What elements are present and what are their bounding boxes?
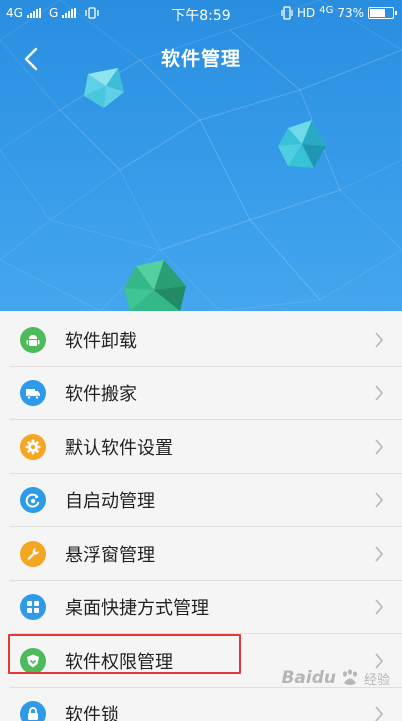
vibrate-mode-icon — [281, 6, 293, 20]
menu-item-desktop-shortcuts[interactable]: 桌面快捷方式管理 — [0, 581, 402, 634]
lock-icon — [20, 701, 46, 721]
watermark-text: Baidu — [281, 668, 336, 688]
menu-item-default-apps[interactable]: 默认软件设置 — [0, 420, 402, 474]
menu-item-label: 软件权限管理 — [65, 651, 173, 673]
chevron-right-icon — [375, 332, 384, 348]
chevron-right-icon — [375, 599, 384, 615]
battery-percent: 73% — [337, 6, 364, 20]
menu-item-label: 桌面快捷方式管理 — [65, 598, 209, 620]
wrench-icon — [20, 540, 46, 567]
grid-icon — [20, 594, 46, 621]
settings-list: 软件卸载 软件搬家 默认软件设置 自启动管理 悬浮窗管理 桌面快捷方式管理 软件… — [0, 311, 402, 721]
network-type-3: 4G — [319, 4, 334, 16]
truck-icon — [20, 380, 46, 407]
chevron-right-icon — [375, 492, 384, 508]
menu-item-label: 默认软件设置 — [65, 437, 173, 459]
battery-icon — [368, 7, 397, 19]
hd-indicator: HD — [296, 6, 316, 20]
menu-item-label: 软件搬家 — [65, 384, 137, 406]
menu-item-label: 软件锁 — [65, 705, 119, 721]
watermark-subtext: 经验 — [363, 672, 390, 688]
shield-icon — [20, 647, 46, 674]
menu-item-label: 悬浮窗管理 — [65, 544, 155, 566]
watermark: Baidu 经验 — [281, 668, 390, 688]
menu-item-move-app[interactable]: 软件搬家 — [0, 367, 402, 420]
header-banner: 4G G 下午8:59 HD 4G 73% 软件管理 — [0, 0, 402, 311]
gear-icon — [20, 433, 46, 460]
menu-item-app-lock[interactable]: 软件锁 — [0, 688, 402, 721]
menu-item-floating-window[interactable]: 悬浮窗管理 — [0, 527, 402, 581]
paw-icon — [342, 669, 357, 685]
chevron-right-icon — [375, 439, 384, 455]
menu-item-label: 软件卸载 — [65, 330, 137, 352]
chevron-right-icon — [375, 706, 384, 721]
menu-item-uninstall[interactable]: 软件卸载 — [0, 313, 402, 367]
android-icon — [20, 326, 46, 353]
power-cycle-icon — [20, 487, 46, 514]
status-bar: 4G G 下午8:59 HD 4G 73% — [0, 0, 402, 28]
page-title: 软件管理 — [160, 48, 241, 70]
gem-decoration-2 — [278, 120, 326, 168]
chevron-right-icon — [375, 546, 384, 562]
title-bar: 软件管理 — [0, 38, 402, 78]
chevron-right-icon — [375, 385, 384, 401]
menu-item-autostart[interactable]: 自启动管理 — [0, 474, 402, 527]
menu-item-label: 自启动管理 — [65, 491, 155, 513]
